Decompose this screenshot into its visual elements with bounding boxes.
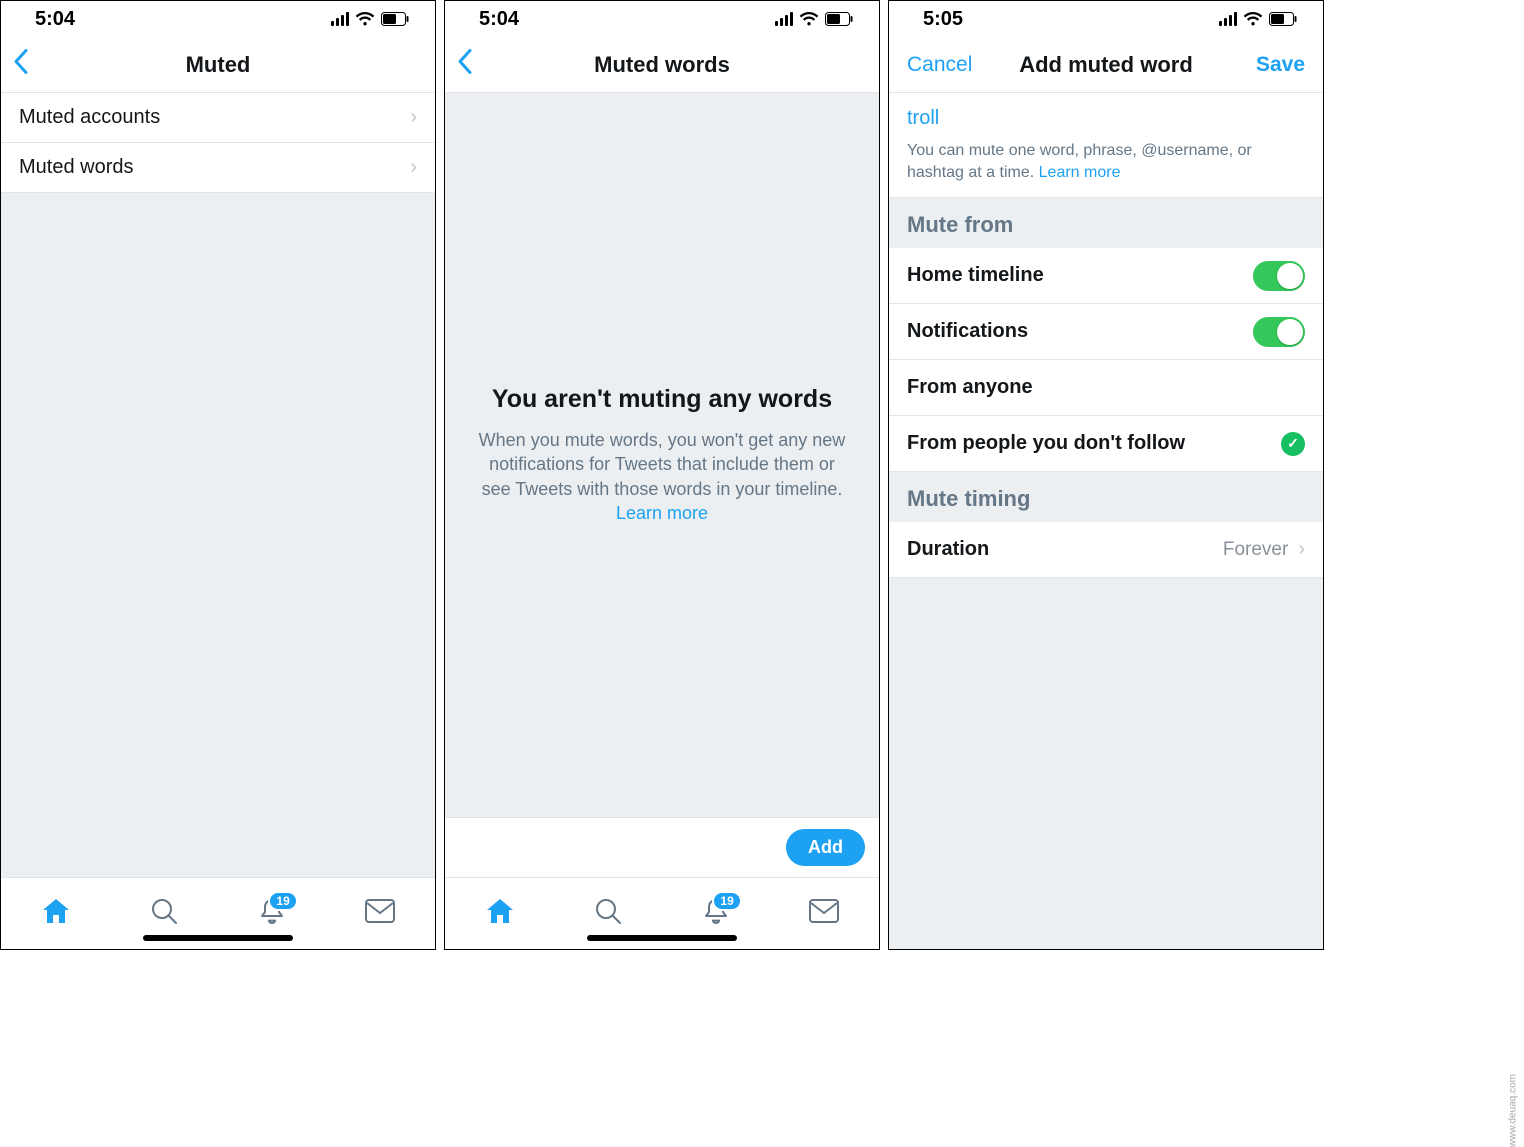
save-button[interactable]: Save — [1256, 53, 1305, 77]
cellular-signal-icon — [331, 12, 349, 26]
watermark: www.deuaq.com — [1507, 1074, 1518, 1147]
empty-desc-text: When you mute words, you won't get any n… — [479, 430, 846, 499]
row-label: Home timeline — [907, 264, 1044, 287]
row-duration[interactable]: Duration Forever › — [889, 522, 1323, 578]
search-icon — [150, 897, 178, 925]
wifi-icon — [355, 12, 375, 26]
wifi-icon — [1243, 12, 1263, 26]
status-bar: 5:04 — [1, 1, 435, 37]
tab-search[interactable] — [594, 897, 622, 930]
status-time: 5:05 — [923, 8, 963, 31]
nav-header: Muted — [1, 37, 435, 93]
row-label: From anyone — [907, 376, 1033, 399]
battery-icon — [825, 12, 853, 26]
battery-icon — [1269, 12, 1297, 26]
home-icon — [41, 897, 71, 925]
chevron-right-icon: › — [410, 106, 417, 129]
chevron-right-icon: › — [1298, 538, 1305, 561]
cancel-button[interactable]: Cancel — [907, 53, 972, 77]
tab-home[interactable] — [41, 897, 71, 930]
empty-state: You aren't muting any words When you mut… — [445, 93, 879, 817]
phone-screen-muted: 5:04 Muted Muted accounts › Muted words … — [0, 0, 436, 950]
wifi-icon — [799, 12, 819, 26]
check-icon: ✓ — [1281, 432, 1305, 456]
home-indicator[interactable] — [143, 935, 293, 941]
learn-more-link[interactable]: Learn more — [1039, 164, 1121, 181]
chevron-left-icon — [457, 48, 473, 74]
back-button[interactable] — [457, 48, 473, 81]
envelope-icon — [365, 899, 395, 923]
notification-badge: 19 — [712, 891, 741, 911]
row-label: Notifications — [907, 320, 1028, 343]
row-label: From people you don't follow — [907, 432, 1185, 455]
status-bar: 5:05 — [889, 1, 1323, 37]
status-icons — [331, 12, 409, 26]
row-label: Muted accounts — [19, 106, 160, 129]
page-title: Muted — [186, 52, 251, 78]
status-icons — [1219, 12, 1297, 26]
phone-screen-add-muted-word: 5:05 Cancel Add muted word Save troll Yo… — [888, 0, 1324, 950]
empty-space — [1, 193, 435, 877]
tab-bar: 19 — [1, 877, 435, 949]
status-bar: 5:04 — [445, 1, 879, 37]
envelope-icon — [809, 899, 839, 923]
tab-bar: 19 — [445, 877, 879, 949]
page-title: Add muted word — [1019, 52, 1193, 78]
tab-home[interactable] — [485, 897, 515, 930]
toggle-home-timeline[interactable] — [1253, 261, 1305, 291]
duration-value-text: Forever — [1223, 539, 1288, 561]
notification-badge: 19 — [268, 891, 297, 911]
body-area: Muted accounts › Muted words › — [1, 93, 435, 877]
toggle-notifications[interactable] — [1253, 317, 1305, 347]
empty-space — [889, 578, 1323, 949]
row-label: Duration — [907, 538, 989, 561]
status-time: 5:04 — [35, 8, 75, 31]
phone-screen-muted-words: 5:04 Muted words You aren't muting any w… — [444, 0, 880, 950]
empty-title: You aren't muting any words — [492, 385, 832, 414]
search-icon — [594, 897, 622, 925]
word-input-block: troll You can mute one word, phrase, @us… — [889, 93, 1323, 198]
row-from-anyone[interactable]: From anyone — [889, 360, 1323, 416]
duration-value: Forever › — [1223, 538, 1305, 561]
section-mute-timing: Mute timing — [889, 472, 1323, 522]
section-mute-from: Mute from — [889, 198, 1323, 248]
tab-search[interactable] — [150, 897, 178, 930]
row-muted-words[interactable]: Muted words › — [1, 143, 435, 193]
row-notifications[interactable]: Notifications — [889, 304, 1323, 360]
status-time: 5:04 — [479, 8, 519, 31]
nav-header: Muted words — [445, 37, 879, 93]
row-from-people-not-followed[interactable]: From people you don't follow ✓ — [889, 416, 1323, 472]
home-indicator[interactable] — [587, 935, 737, 941]
tab-notifications[interactable]: 19 — [258, 897, 286, 930]
row-muted-accounts[interactable]: Muted accounts › — [1, 93, 435, 143]
home-icon — [485, 897, 515, 925]
learn-more-link[interactable]: Learn more — [616, 503, 708, 523]
row-home-timeline[interactable]: Home timeline — [889, 248, 1323, 304]
battery-icon — [381, 12, 409, 26]
muted-word-input[interactable]: troll — [907, 107, 1305, 130]
body-area: You aren't muting any words When you mut… — [445, 93, 879, 877]
cellular-signal-icon — [1219, 12, 1237, 26]
row-label: Muted words — [19, 156, 134, 179]
add-button[interactable]: Add — [786, 829, 865, 866]
tab-messages[interactable] — [365, 899, 395, 928]
chevron-right-icon: › — [410, 156, 417, 179]
status-icons — [775, 12, 853, 26]
chevron-left-icon — [13, 48, 29, 74]
empty-description: When you mute words, you won't get any n… — [475, 428, 849, 525]
tab-messages[interactable] — [809, 899, 839, 928]
page-title: Muted words — [594, 52, 730, 78]
nav-header: Cancel Add muted word Save — [889, 37, 1323, 93]
tab-notifications[interactable]: 19 — [702, 897, 730, 930]
back-button[interactable] — [13, 48, 29, 81]
body-area: troll You can mute one word, phrase, @us… — [889, 93, 1323, 949]
helper-text: You can mute one word, phrase, @username… — [907, 140, 1305, 183]
add-bar: Add — [445, 817, 879, 877]
cellular-signal-icon — [775, 12, 793, 26]
